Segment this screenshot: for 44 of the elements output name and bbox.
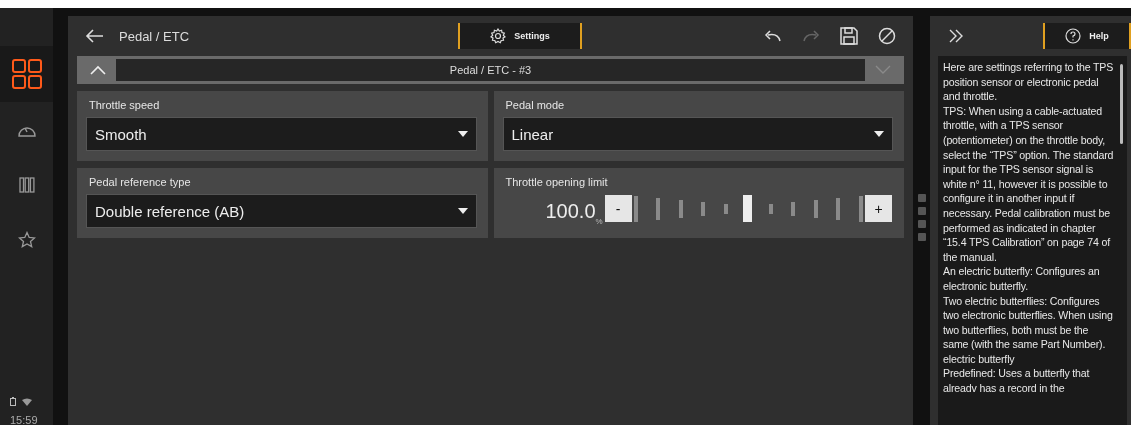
settings-tab[interactable]: Settings [458,23,583,49]
help-paragraph: Here are settings referring to the TPS position sensor or electronic pedal and throttle. [943,60,1115,104]
clock-text: 15:59 [10,414,38,425]
settings-icon [490,28,507,44]
field-label: Pedal reference type [89,176,192,188]
decrement-button[interactable]: - [604,195,632,222]
dropdown-caret-icon [874,131,884,137]
dropdown-caret-icon [457,131,468,137]
field-label: Throttle speed [89,99,161,111]
chevron-icon [90,65,106,75]
save-icon[interactable] [840,27,858,45]
columns-icon [18,176,35,193]
help-paragraph: TPS: When using a cable-actuated throttle, with a TPS sensor (potentiometer) on the throttle body, select the “TPS” option. The standard input for the TPS sensor signal is white n° 11, however it is possible to configure it in another input if necessary. Pedal calibration must be performed as indicated in chapter “15.4 TPS Calibration” on page 74 of the manual. [943,103,1115,265]
battery-icon [10,397,16,406]
dropdown-field[interactable]: Double reference (AB) [86,194,477,228]
jog-slider[interactable] [631,195,865,222]
help-paragraph: An electric butterfly: Configures an electronic butterfly. [943,264,1101,294]
double-chevron-icon[interactable] [948,29,964,43]
value-readout: 100.0 [545,200,596,222]
help-icon [1065,28,1082,44]
help-paragraph: Two electric butterflies: Configures two electronic butterflies. When using two butterflies, both must be the same (with the same Part Number). [943,293,1114,352]
nav-item[interactable] [0,46,53,102]
field-label: Pedal mode [505,99,566,111]
slider-thumb[interactable] [743,195,753,222]
star-icon [17,230,36,249]
section-header[interactable]: Pedal / ETC - #3 [77,56,904,84]
back-arrow-icon[interactable] [85,28,105,44]
page-indicator-icon [916,192,927,241]
grid-icon [10,58,43,90]
cancel-icon[interactable] [878,27,896,45]
unit-label: % [595,217,603,226]
dropdown-caret-icon [457,208,468,214]
help-paragraph: Predefined: Uses a butterfly that alreadv has a record in the [943,366,1091,396]
undo-icon[interactable] [764,29,782,43]
increment-button[interactable]: + [865,195,892,222]
page-title: Pedal / ETC [119,28,190,44]
scrollbar-thumb[interactable] [1120,64,1123,144]
help-tab[interactable]: Help [1043,23,1131,49]
section-title: Pedal / ETC - #3 [116,59,865,81]
wifi-icon [22,397,32,406]
dropdown-field[interactable]: Smooth [86,117,477,151]
help-paragraph: electric butterfly [943,351,1016,367]
dropdown-field[interactable]: Linear [502,117,893,151]
field-label: Throttle opening limit [505,176,609,188]
